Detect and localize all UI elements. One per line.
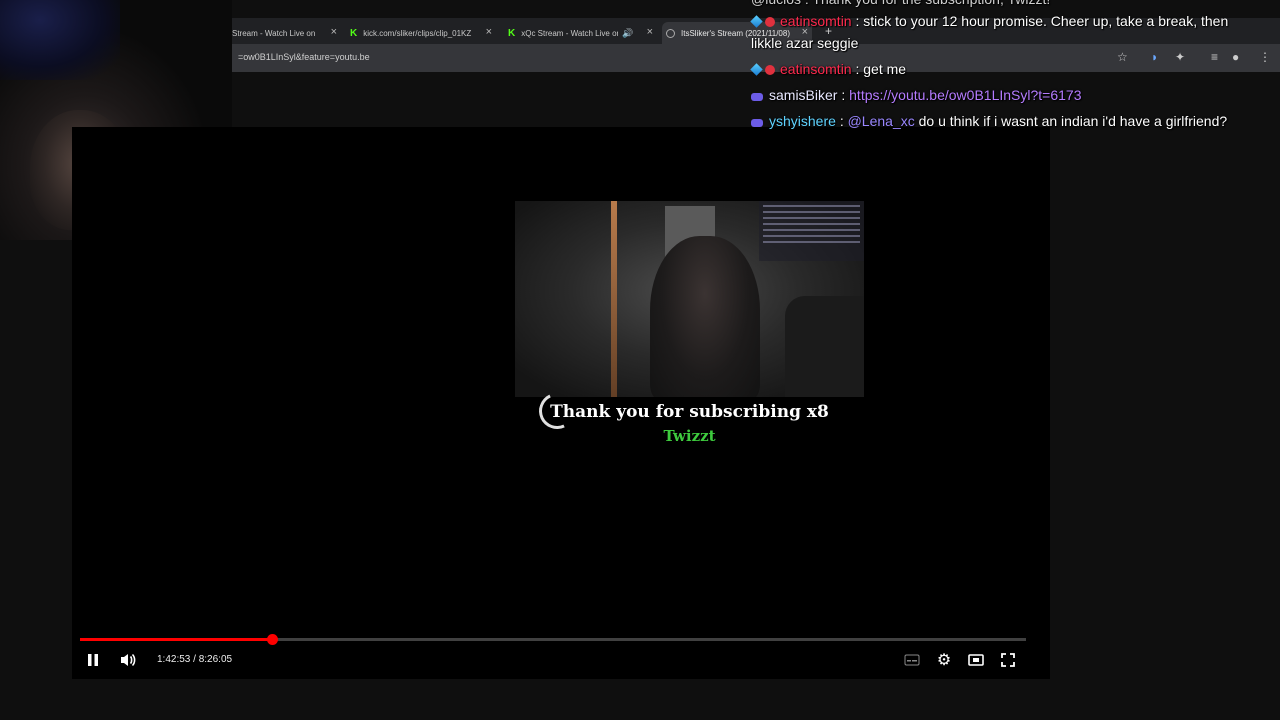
subtitles-icon	[904, 654, 920, 666]
video-frame	[515, 201, 864, 397]
theater-mode-button[interactable]	[967, 650, 985, 670]
pause-button[interactable]	[84, 650, 102, 670]
chat-separator: :	[841, 87, 846, 103]
kick-icon: K	[350, 27, 358, 39]
sub-badge-icon	[750, 15, 763, 28]
subtitles-button[interactable]	[903, 650, 921, 670]
stream-chat-overlay	[759, 201, 864, 261]
subscription-alert-name: Twizzt	[663, 427, 716, 445]
sub-badge-icon	[751, 119, 763, 127]
extensions-icon[interactable]: ✦	[1175, 50, 1185, 64]
tab-audio-icon[interactable]: 🔊	[622, 28, 633, 39]
chat-message-partial: @luclos : Thank you for the subscription…	[751, 0, 1050, 10]
tab-label: xQc Stream - Watch Live on	[521, 28, 619, 38]
volume-icon	[121, 653, 136, 667]
tab-label: Stream - Watch Live on K	[232, 28, 318, 38]
chat-message: yshyishere : @Lena_xc do u think if i wa…	[751, 110, 1227, 132]
volume-button[interactable]	[117, 650, 139, 670]
sub-badge-icon	[750, 63, 763, 76]
tab-label: kick.com/sliker/clips/clip_01KZ	[363, 28, 472, 38]
theater-mode-icon	[968, 654, 984, 666]
kick-icon: K	[508, 27, 516, 39]
chat-text: get me	[863, 61, 907, 77]
globe-icon	[666, 28, 675, 38]
reading-list-icon[interactable]: ≡	[1211, 50, 1218, 64]
bookmark-star-icon[interactable]: ☆	[1117, 50, 1128, 64]
tab-close-icon[interactable]: ×	[647, 26, 653, 38]
chat-message: eatinsomtin : stick to your 12 hour prom…	[750, 10, 1229, 32]
audio-extension-icon[interactable]: ◗	[1151, 50, 1158, 64]
chat-message-continuation: likkle azar seggie	[751, 35, 859, 51]
chat-link[interactable]: https://youtu.be/ow0B1LInSyl?t=6173	[849, 87, 1081, 103]
chat-separator: :	[839, 113, 844, 129]
tab-close-icon[interactable]: ×	[486, 26, 492, 38]
chat-mention: @Lena_xc	[847, 113, 915, 129]
chat-separator: :	[855, 13, 860, 29]
chat-username: eatinsomtin	[780, 61, 852, 77]
tab-2[interactable]: K kick.com/sliker/clips/clip_01KZ ×	[350, 22, 492, 44]
doorway-light	[611, 201, 617, 397]
fullscreen-icon	[1001, 653, 1015, 667]
chat-text: do u think if i wasnt an indian i'd have…	[918, 113, 1228, 129]
supporter-badge-icon	[765, 65, 775, 75]
tab-1[interactable]: Stream - Watch Live on K ×	[232, 22, 337, 44]
sub-badge-icon	[751, 93, 763, 101]
streamer	[650, 236, 760, 397]
progress-bar[interactable]	[80, 634, 1026, 645]
supporter-badge-icon	[765, 17, 775, 27]
tab-3[interactable]: K xQc Stream - Watch Live on 🔊 ×	[508, 22, 653, 44]
fullscreen-button[interactable]	[999, 650, 1017, 670]
browser-menu-icon[interactable]: ⋮	[1259, 50, 1271, 64]
webcam-light	[0, 0, 120, 80]
chat-message: samisBiker : https://youtu.be/ow0B1LInSy…	[751, 84, 1081, 106]
time-display: 1:42:53 / 8:26:05	[157, 654, 233, 665]
chat-separator: :	[855, 61, 860, 77]
pause-icon	[88, 654, 98, 666]
chat-message: eatinsomtin : get me	[750, 58, 907, 80]
chat-text: stick to your 12 hour promise. Cheer up,…	[863, 13, 1229, 29]
progress-fill	[80, 638, 273, 641]
chair	[785, 296, 864, 397]
settings-button[interactable]: ⚙	[935, 650, 953, 670]
profile-avatar-icon[interactable]: ●	[1232, 50, 1239, 64]
gear-icon: ⚙	[936, 652, 952, 669]
chat-username: yshyishere	[769, 113, 836, 129]
url-text[interactable]: =ow0B1LInSyl&feature=youtu.be	[238, 52, 370, 62]
chat-username: eatinsomtin	[780, 13, 852, 29]
chat-username: samisBiker	[769, 87, 838, 103]
subscription-alert-title: Thank you for subscribing x8	[550, 402, 829, 422]
tab-close-icon[interactable]: ×	[331, 26, 337, 38]
